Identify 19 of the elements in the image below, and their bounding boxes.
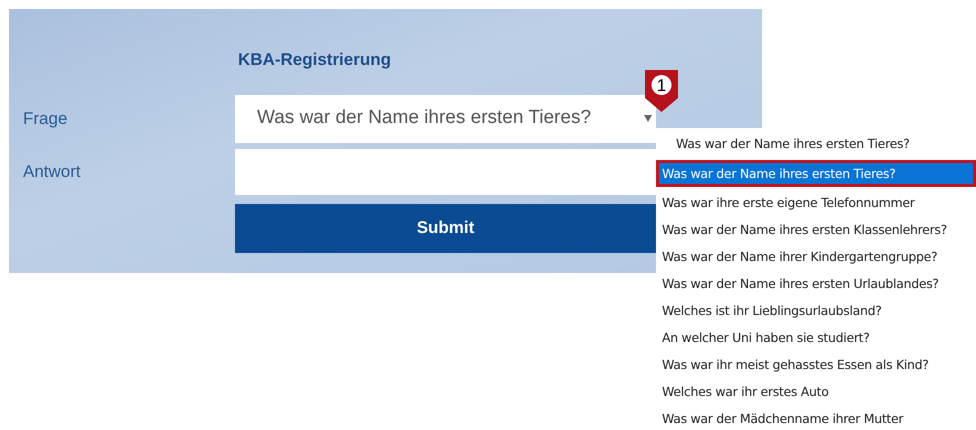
answer-field[interactable] (235, 148, 656, 194)
dropdown-option[interactable]: An welcher Uni haben sie studiert? (656, 324, 976, 351)
callout-marker: 1 (645, 70, 678, 112)
caret-icon (644, 114, 652, 122)
submit-button[interactable]: Submit (235, 204, 656, 252)
dropdown-option[interactable]: Welches ist ihr Lieblingsurlaubsland? (656, 296, 976, 324)
dropdown-option[interactable]: Was war der Name ihres ersten Klassenlehrers? (656, 216, 976, 243)
dropdown-option[interactable]: Was war ihre erste eigene Telefonnummer (656, 188, 976, 216)
question-select[interactable]: Was war der Name ihres ersten Tieres? (235, 94, 656, 142)
field-label: Antwort (22, 160, 82, 183)
dropdown-option[interactable]: Was war der Name ihres ersten Urlaublandes? (656, 270, 976, 297)
field-label: Frage (22, 108, 68, 130)
dropdown-option[interactable]: Was war der Name ihres ersten Tieres? (656, 160, 976, 187)
dropdown-option[interactable]: Was war ihr meist gehasstes Essen als Kind? (656, 350, 976, 378)
dropdown-option[interactable]: Was war der Name ihrer Kindergartengruppe? (656, 242, 976, 270)
form-title: KBA-Registrierung (237, 49, 392, 71)
dropdown-option[interactable]: Was war der Mädchenname ihrer Mutter (656, 404, 976, 430)
dropdown-current-value: Was war der Name ihres ersten Tieres? (675, 135, 911, 153)
dropdown-option[interactable]: Welches war ihr erstes Auto (656, 378, 976, 405)
